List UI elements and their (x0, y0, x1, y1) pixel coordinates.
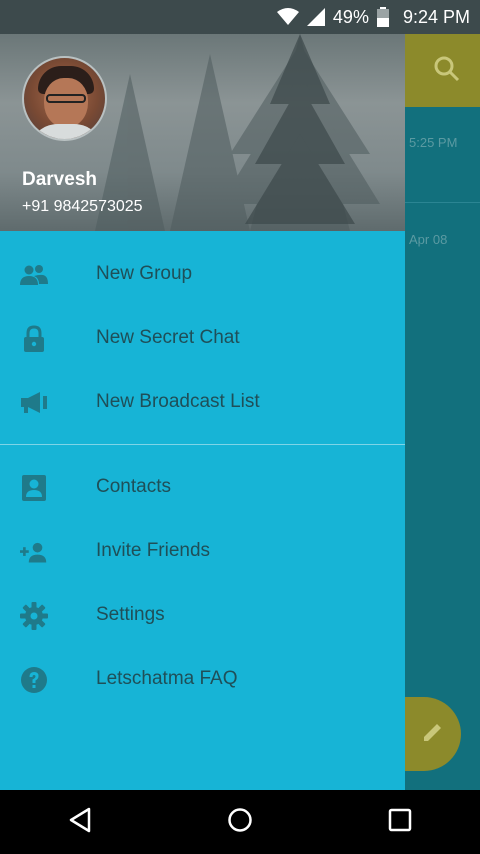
user-phone: +91 9842573025 (22, 198, 143, 215)
menu-item-label: Letschatma FAQ (96, 668, 238, 689)
menu-item-label: New Broadcast List (96, 391, 260, 412)
clock: 9:24 PM (402, 6, 470, 27)
system-nav-bar (0, 790, 480, 854)
drawer-menu-primary: New Group New Secret Chat New Broadcast … (0, 231, 405, 434)
recents-icon (388, 808, 412, 837)
menu-item-label: Settings (96, 604, 165, 625)
avatar[interactable] (22, 56, 107, 141)
gear-icon (20, 602, 48, 630)
help-icon (20, 666, 48, 694)
search-icon[interactable] (434, 56, 460, 87)
navigation-drawer: Darvesh +91 9842573025 New Group New Sec… (0, 34, 405, 790)
home-icon (227, 807, 253, 838)
menu-item-faq[interactable]: Letschatma FAQ (0, 647, 405, 711)
drawer-header: Darvesh +91 9842573025 (0, 34, 405, 231)
menu-item-label: Invite Friends (96, 540, 211, 561)
menu-item-label: New Group (96, 263, 193, 284)
battery-percent: 49% (332, 6, 369, 27)
signal-icon (306, 8, 325, 26)
background-chat-row[interactable]: Apr 08 (405, 204, 480, 300)
menu-item-new-secret-chat[interactable]: New Secret Chat (0, 306, 405, 370)
back-icon (68, 807, 92, 838)
back-button[interactable] (50, 790, 110, 854)
menu-item-label: New Secret Chat (96, 327, 240, 348)
menu-item-settings[interactable]: Settings (0, 583, 405, 647)
background-chat-row[interactable]: 5:25 PM (405, 107, 480, 203)
battery-icon (376, 7, 389, 27)
menu-divider (0, 444, 405, 445)
menu-item-invite-friends[interactable]: Invite Friends (0, 519, 405, 583)
chat-time: 5:25 PM (409, 135, 458, 150)
user-name: Darvesh (22, 169, 97, 190)
pencil-icon (421, 720, 445, 749)
drawer-menu-secondary: Contacts Invite Friends Settings Letscha… (0, 455, 405, 711)
menu-item-label: Contacts (96, 476, 171, 497)
menu-item-new-group[interactable]: New Group (0, 242, 405, 306)
menu-item-new-broadcast-list[interactable]: New Broadcast List (0, 370, 405, 434)
group-icon (20, 261, 48, 289)
home-button[interactable] (210, 790, 270, 854)
add-person-icon (20, 538, 48, 566)
menu-item-contacts[interactable]: Contacts (0, 455, 405, 519)
status-bar: 49% 9:24 PM (0, 0, 480, 34)
background-toolbar (405, 34, 480, 107)
lock-icon (20, 325, 48, 353)
recents-button[interactable] (370, 790, 430, 854)
compose-fab[interactable] (405, 697, 461, 771)
chat-time: Apr 08 (409, 232, 448, 247)
contacts-icon (20, 474, 48, 502)
broadcast-icon (20, 389, 48, 417)
wifi-icon (276, 8, 299, 26)
